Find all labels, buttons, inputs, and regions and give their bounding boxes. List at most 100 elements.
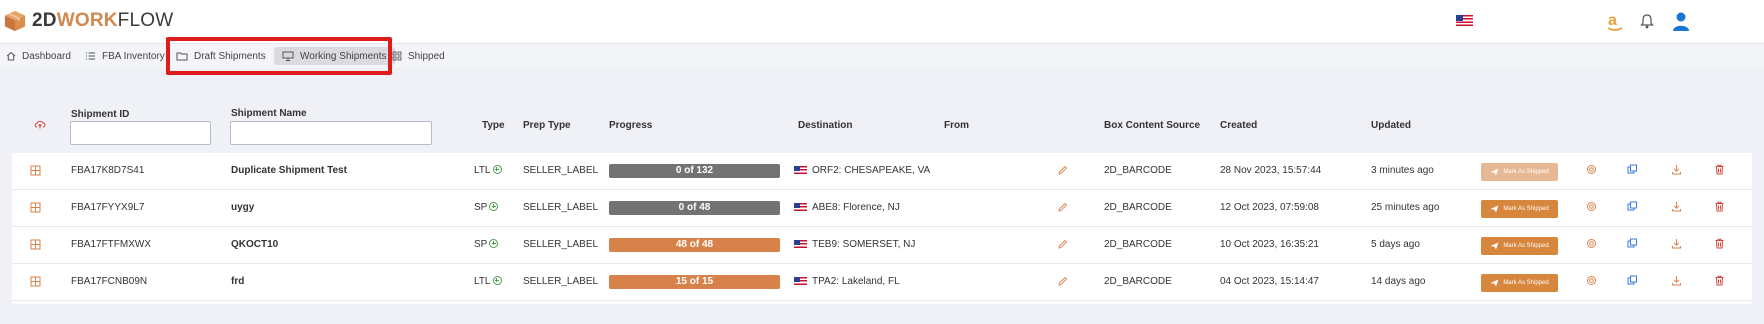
edit-pencil-icon[interactable]	[1057, 165, 1068, 176]
box-grid-icon[interactable]	[30, 165, 41, 176]
type-text: SP	[474, 239, 488, 250]
created-cell: 28 Nov 2023, 15:57:44	[1220, 165, 1322, 176]
trash-icon[interactable]	[1714, 238, 1725, 249]
box-content-source-cell: 2D_BARCODE	[1104, 276, 1172, 287]
copy-icon[interactable]	[1627, 201, 1638, 212]
box-grid-icon[interactable]	[30, 276, 41, 287]
bell-icon[interactable]	[1640, 13, 1654, 29]
us-flag-icon	[794, 277, 807, 286]
shipment-name-cell: Duplicate Shipment Test	[231, 165, 347, 176]
mark-as-shipped-button[interactable]: Mark As Shipped	[1481, 237, 1558, 255]
tab-dashboard-label: Dashboard	[22, 50, 71, 62]
us-flag-icon	[794, 203, 807, 212]
col-shipment-id: Shipment ID	[71, 109, 130, 120]
send-icon	[1490, 168, 1499, 176]
mark-as-shipped-button[interactable]: Mark As Shipped	[1481, 200, 1558, 218]
destination-text: ABE8: Florence, NJ	[812, 202, 900, 213]
add-circle-icon[interactable]	[492, 165, 502, 174]
edit-pencil-icon[interactable]	[1057, 202, 1068, 213]
updated-cell: 3 minutes ago	[1371, 165, 1434, 176]
highlight-annotation-box	[166, 37, 392, 75]
col-progress: Progress	[609, 120, 653, 131]
destination-cell: ABE8: Florence, NJ	[794, 202, 900, 213]
table-row[interactable]: FBA17K8D7S41 Duplicate Shipment Test LTL…	[12, 153, 1752, 190]
lifebuoy-icon[interactable]	[1586, 164, 1597, 175]
col-destination: Destination	[798, 120, 853, 131]
mark-as-shipped-button[interactable]: Mark As Shipped	[1481, 163, 1558, 181]
us-flag-icon	[794, 240, 807, 249]
send-icon	[1490, 205, 1499, 213]
us-flag-icon	[794, 166, 807, 175]
amazon-icon[interactable]: a	[1606, 11, 1624, 33]
box-content-source-cell: 2D_BARCODE	[1104, 239, 1172, 250]
destination-cell: TPA2: Lakeland, FL	[794, 276, 900, 287]
send-icon	[1490, 242, 1499, 250]
destination-text: TPA2: Lakeland, FL	[812, 276, 900, 287]
download-icon[interactable]	[1671, 201, 1682, 212]
shipment-name-cell: uygy	[231, 202, 255, 213]
us-flag-icon[interactable]	[1456, 15, 1473, 27]
mark-as-shipped-label: Mark As Shipped	[1503, 280, 1549, 286]
tab-fba-inventory[interactable]: FBA Inventory	[85, 47, 165, 65]
tab-shipped-label: Shipped	[408, 50, 445, 62]
shipment-id-cell[interactable]: FBA17FTFMXWX	[71, 239, 151, 250]
cloud-upload-icon[interactable]	[34, 119, 46, 129]
download-icon[interactable]	[1671, 238, 1682, 249]
add-circle-icon[interactable]	[489, 239, 499, 248]
table-row[interactable]: FBA17FCNB09N frd LTL SELLER_LABEL 15 of …	[12, 264, 1752, 301]
col-from: From	[944, 120, 969, 131]
tab-dashboard[interactable]: Dashboard	[6, 47, 71, 65]
shipment-id-cell[interactable]: FBA17FCNB09N	[71, 276, 147, 287]
shipment-name-cell: QKOCT10	[231, 239, 279, 250]
list-icon	[85, 51, 96, 61]
destination-text: TEB9: SOMERSET, NJ	[812, 239, 916, 250]
mark-as-shipped-label: Mark As Shipped	[1503, 206, 1549, 212]
destination-cell: TEB9: SOMERSET, NJ	[794, 239, 915, 250]
add-circle-icon[interactable]	[492, 276, 502, 285]
box-logo-icon	[4, 10, 26, 32]
user-icon[interactable]	[1672, 11, 1690, 33]
shipment-name-filter-input[interactable]	[230, 121, 432, 145]
lifebuoy-icon[interactable]	[1586, 275, 1597, 286]
destination-text: ORF2: CHESAPEAKE, VA	[812, 165, 931, 176]
brand-name: 2DWORKFLOW	[32, 10, 173, 32]
brand-part-2: WORK	[56, 10, 118, 31]
edit-pencil-icon[interactable]	[1057, 239, 1068, 250]
created-cell: 12 Oct 2023, 07:59:08	[1220, 202, 1319, 213]
mark-as-shipped-label: Mark As Shipped	[1503, 243, 1549, 249]
created-cell: 04 Oct 2023, 15:14:47	[1220, 276, 1319, 287]
box-grid-icon[interactable]	[30, 202, 41, 213]
copy-icon[interactable]	[1627, 275, 1638, 286]
lifebuoy-icon[interactable]	[1586, 201, 1597, 212]
mark-as-shipped-label: Mark As Shipped	[1503, 169, 1549, 175]
brand-part-3: FLOW	[117, 10, 174, 31]
col-prep-type: Prep Type	[523, 120, 571, 131]
type-cell: SP	[474, 202, 499, 213]
type-text: SP	[474, 202, 488, 213]
table-row[interactable]: FBA17FTFMXWX QKOCT10 SP SELLER_LABEL 48 …	[12, 227, 1752, 264]
prep-type-cell: SELLER_LABEL	[523, 165, 599, 176]
mark-as-shipped-button[interactable]: Mark As Shipped	[1481, 274, 1558, 292]
col-updated: Updated	[1371, 120, 1411, 131]
trash-icon[interactable]	[1714, 275, 1725, 286]
shipment-id-filter-input[interactable]	[70, 121, 211, 145]
progress-bar: 0 of 132	[609, 164, 780, 178]
home-icon	[6, 51, 16, 61]
box-grid-icon[interactable]	[30, 239, 41, 250]
col-created: Created	[1220, 120, 1258, 131]
copy-icon[interactable]	[1627, 164, 1638, 175]
shipment-id-cell[interactable]: FBA17K8D7S41	[71, 165, 144, 176]
download-icon[interactable]	[1671, 275, 1682, 286]
trash-icon[interactable]	[1714, 201, 1725, 212]
shipment-id-cell[interactable]: FBA17FYYX9L7	[71, 202, 144, 213]
table-row[interactable]: FBA17FYYX9L7 uygy SP SELLER_LABEL 0 of 4…	[12, 190, 1752, 227]
tab-shipped[interactable]: Shipped	[392, 47, 445, 65]
download-icon[interactable]	[1671, 164, 1682, 175]
add-circle-icon[interactable]	[489, 202, 499, 211]
updated-cell: 25 minutes ago	[1371, 202, 1440, 213]
copy-icon[interactable]	[1627, 238, 1638, 249]
edit-pencil-icon[interactable]	[1057, 276, 1068, 287]
brand-logo[interactable]: 2DWORKFLOW	[4, 10, 173, 32]
trash-icon[interactable]	[1714, 164, 1725, 175]
lifebuoy-icon[interactable]	[1586, 238, 1597, 249]
